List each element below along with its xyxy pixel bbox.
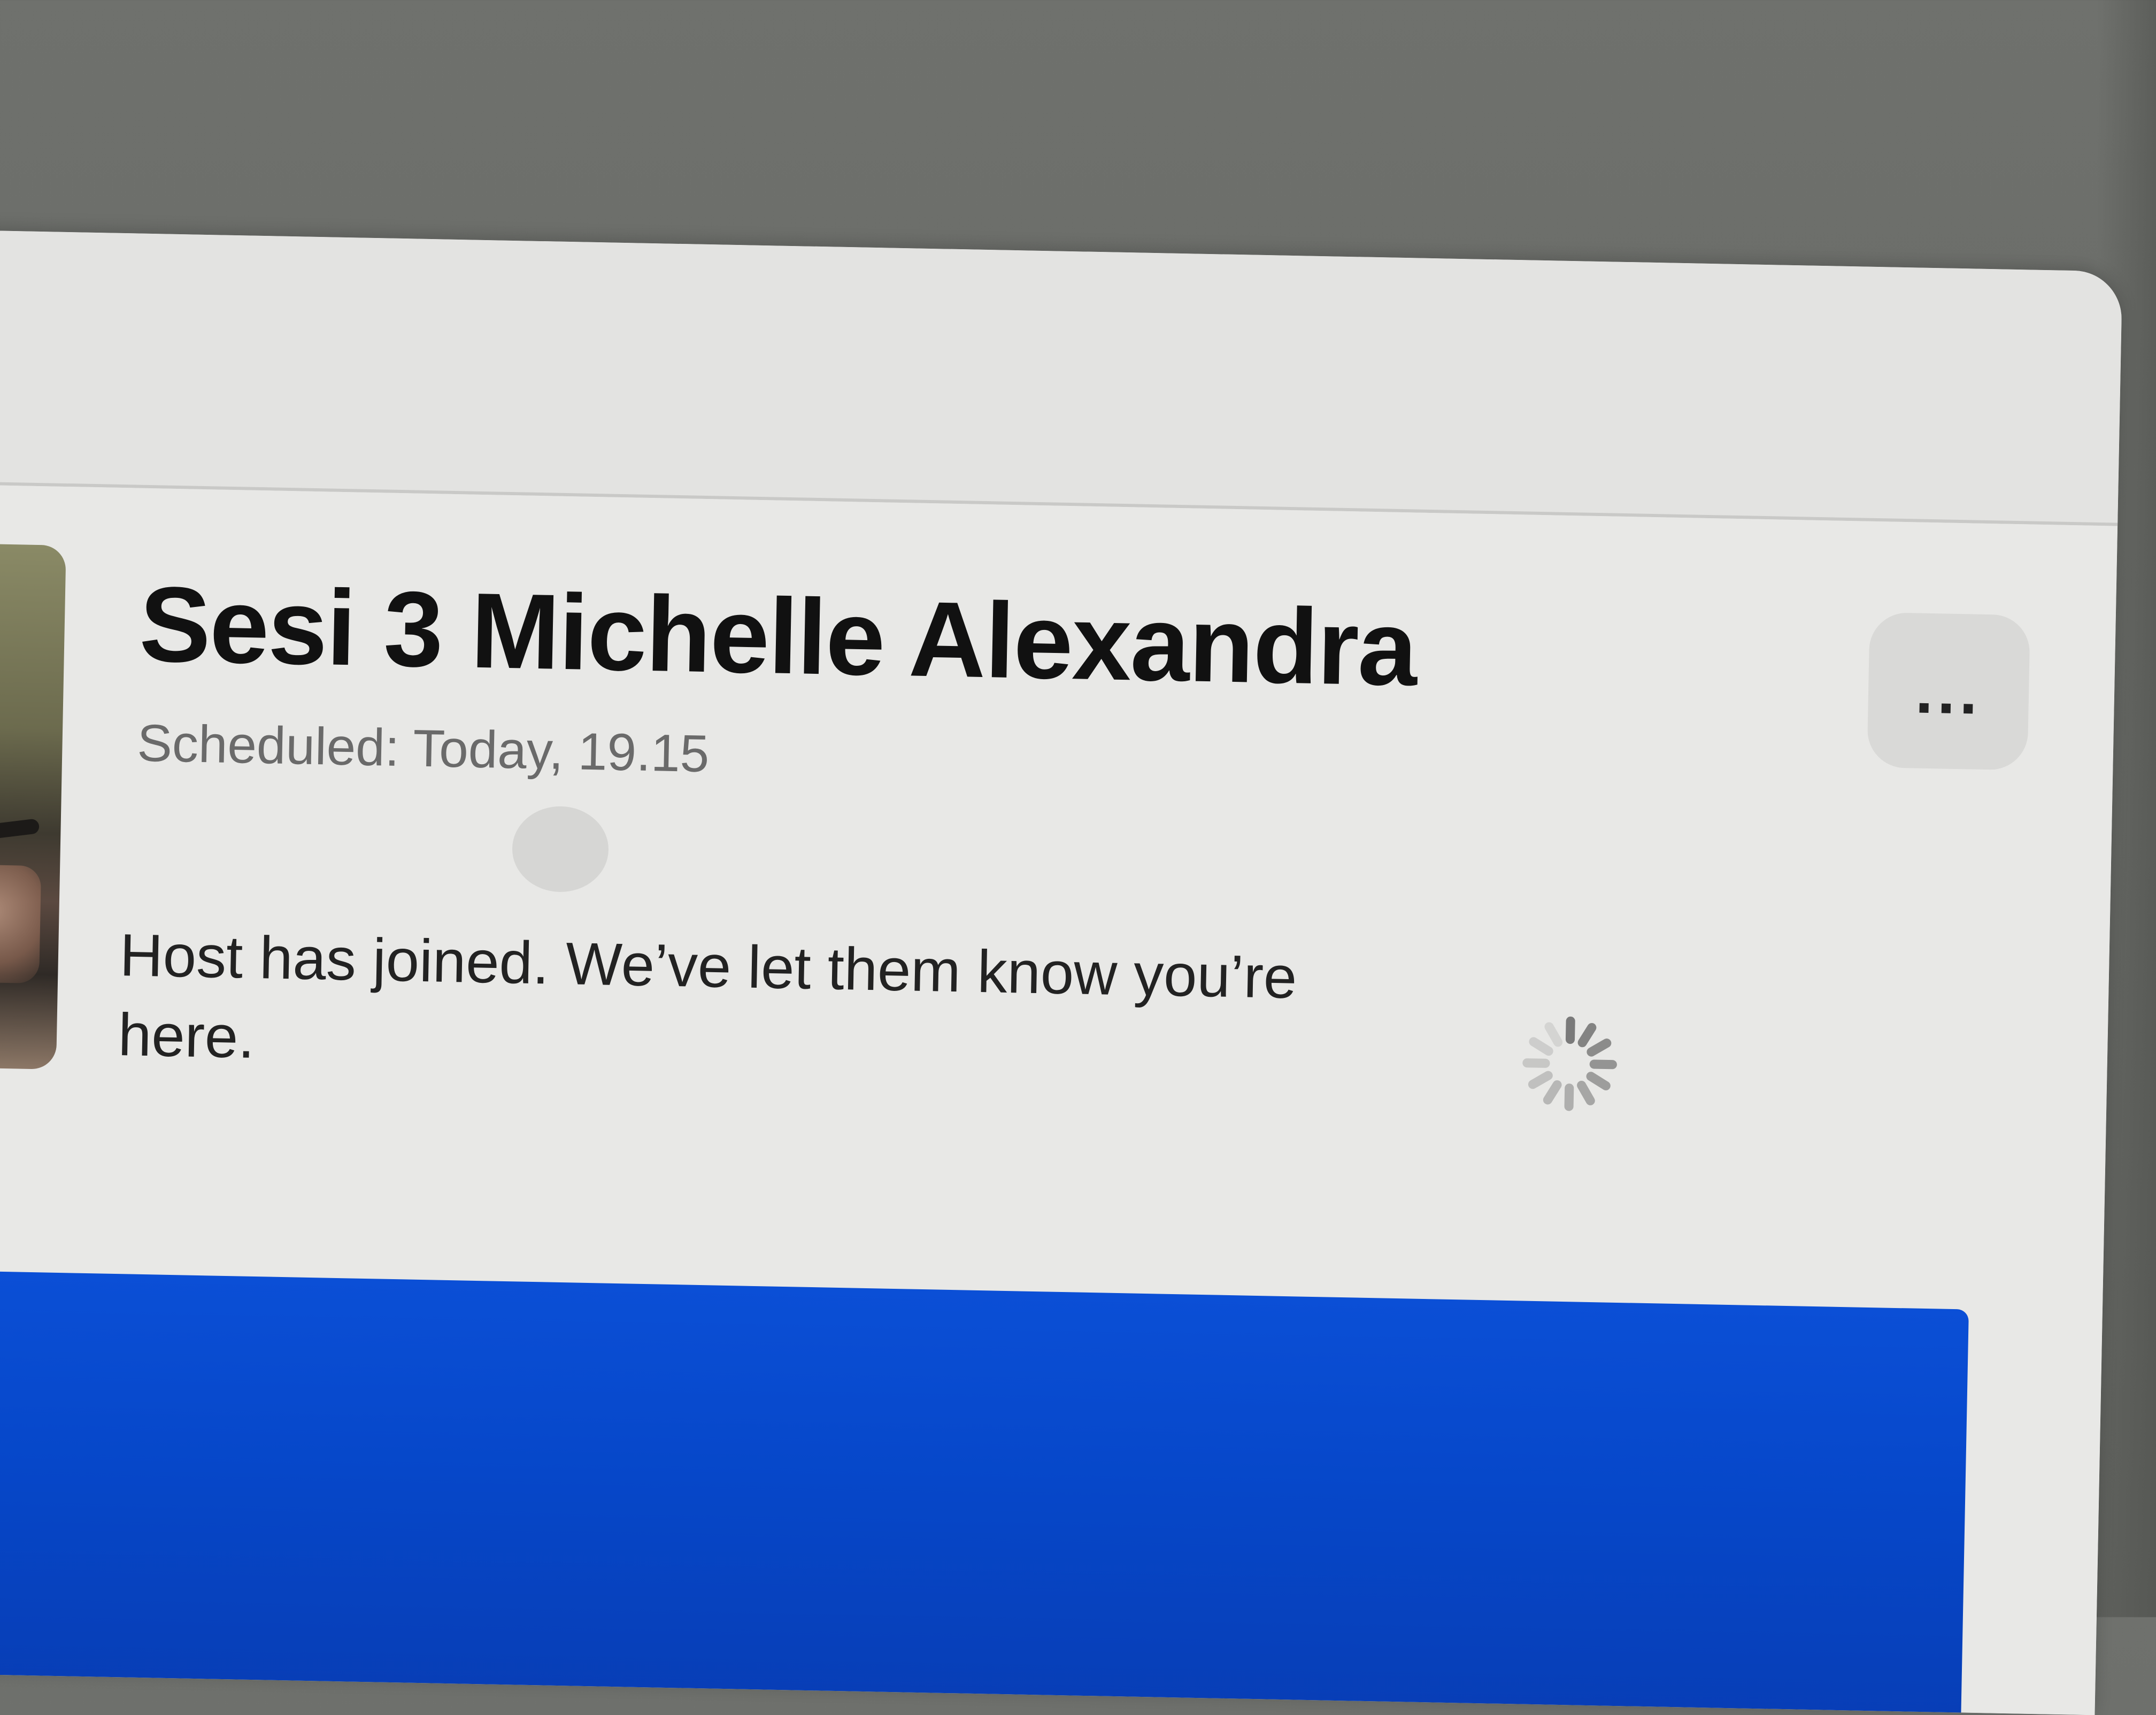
more-options-button[interactable]: ...: [1867, 612, 2030, 771]
session-title: Sesi 3 Michelle Alexandra: [138, 564, 1418, 709]
more-options-icon: ...: [1914, 655, 1983, 728]
status-message: Host has joined. We’ve let them know you…: [117, 921, 1298, 1071]
meeting-window: Sesi 3 Michelle Alexandra Scheduled: Tod…: [0, 230, 2123, 1715]
meeting-card: Sesi 3 Michelle Alexandra Scheduled: Tod…: [0, 484, 2118, 1715]
window-header-area: [0, 230, 2123, 523]
scheduled-time: Scheduled: Today, 19.15: [136, 713, 710, 783]
host-video-thumbnail: [0, 543, 66, 1070]
loading-spinner-icon: [1522, 1016, 1617, 1111]
screen-smudge: [511, 805, 610, 893]
blue-action-panel[interactable]: [0, 1270, 1969, 1715]
